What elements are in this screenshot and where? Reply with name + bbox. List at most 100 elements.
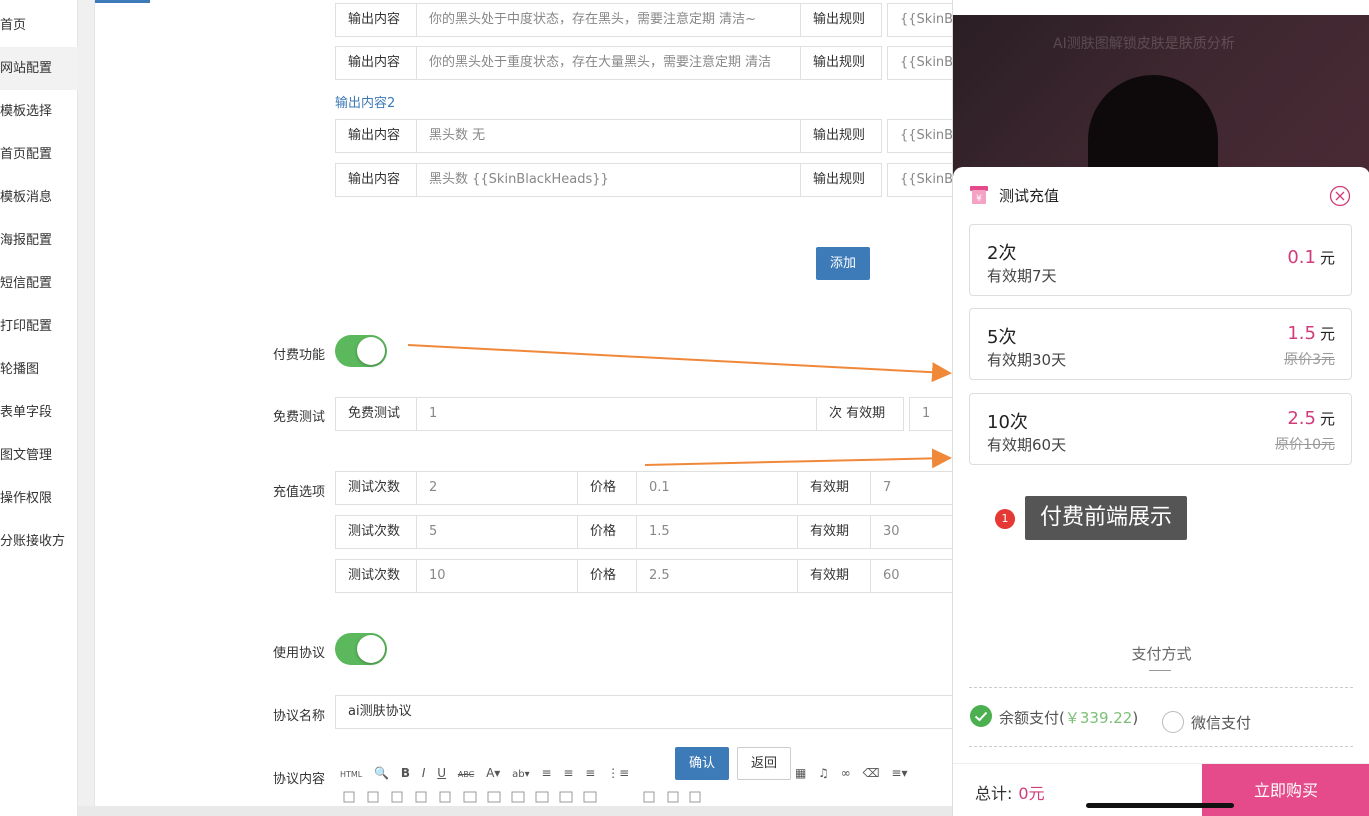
config-panel: 输出内容 你的黑头处于中度状态，存在黑头，需要注意定期 清洁~ 输出规则 {{S… (94, 0, 974, 806)
paid-feature-toggle[interactable] (335, 335, 387, 367)
recharge-count-input[interactable]: 2 (416, 471, 578, 505)
line-height-icon[interactable]: ≡▾ (891, 766, 907, 780)
toggle-knob (357, 337, 385, 365)
ordered-list-icon[interactable]: ⋮≡ (607, 766, 629, 780)
video-icon[interactable]: ▦ (795, 766, 806, 780)
checked-circle-icon[interactable] (969, 704, 993, 728)
buy-now-button[interactable]: 立即购买 (1202, 764, 1369, 816)
recharge-price-label: 价格 (577, 515, 637, 549)
output-rule-input[interactable]: {{SkinBla (887, 119, 957, 153)
recharge-count-input[interactable]: 10 (416, 559, 578, 593)
mobile-preview: AI测肤图解锁皮肤是肤质分析 ¥ 测试充值 2次 有效期7天 0.1 元 5次 有… (952, 0, 1369, 816)
output-rule-input[interactable]: {{SkinBla (887, 3, 957, 37)
output-content-input[interactable]: 黑头数 {{SkinBlackHeads}} (416, 163, 801, 197)
home-indicator (1086, 803, 1234, 808)
link-icon[interactable]: ∞ (841, 766, 851, 780)
package-option[interactable]: 10次 有效期60天 2.5 元 原价10元 (969, 393, 1352, 465)
recharge-validity-input[interactable]: 60 (870, 559, 957, 593)
main-area: 输出内容 你的黑头处于中度状态，存在黑头，需要注意定期 清洁~ 输出规则 {{S… (78, 0, 974, 806)
agreement-toggle[interactable] (335, 633, 387, 665)
sidebar-item-site-config[interactable]: 网站配置 (0, 47, 78, 90)
sidebar-item-sms-config[interactable]: 短信配置 (0, 262, 78, 305)
recharge-validity-input[interactable]: 30 (870, 515, 957, 549)
package-price-value: 2.5 (1287, 408, 1316, 429)
align-left-icon[interactable]: ≡ (541, 766, 551, 780)
package-price: 2.5 元 (1287, 408, 1335, 429)
html-source-icon[interactable]: HTML (340, 770, 362, 779)
font-color-icon[interactable]: A▾ (486, 766, 500, 780)
output-content-input[interactable]: 你的黑头处于重度状态，存在大量黑头，需要注意定期 清洁 (416, 46, 801, 80)
recharge-price-input[interactable]: 2.5 (636, 559, 798, 593)
strikethrough-icon[interactable]: ABC (458, 770, 474, 779)
align-right-icon[interactable]: ≡ (585, 766, 595, 780)
recharge-price-label: 价格 (577, 471, 637, 505)
wechat-pay-radio[interactable] (1162, 711, 1184, 733)
output-content-label: 输出内容 (335, 163, 417, 197)
eraser-icon[interactable]: ⌫ (863, 766, 880, 780)
sidebar-item-home[interactable]: 首页 (0, 4, 78, 47)
agreement-name-input[interactable]: ai测肤协议 (335, 695, 957, 729)
italic-icon[interactable]: I (422, 766, 426, 780)
sidebar-item-poster-config[interactable]: 海报配置 (0, 219, 78, 262)
output-content-input[interactable]: 你的黑头处于中度状态，存在黑头，需要注意定期 清洁~ (416, 3, 801, 37)
zoom-icon[interactable]: 🔍 (374, 766, 389, 780)
package-price-value: 1.5 (1287, 323, 1316, 344)
wechat-pay-label[interactable]: 微信支付 (1191, 712, 1251, 733)
recharge-price-label: 价格 (577, 559, 637, 593)
package-price-value: 0.1 (1287, 247, 1316, 268)
package-price: 1.5 元 (1287, 323, 1335, 344)
agreement-label: 使用协议 (273, 646, 326, 661)
sidebar-item-home-config[interactable]: 首页配置 (0, 133, 78, 176)
sidebar-item-carousel[interactable]: 轮播图 (0, 348, 78, 391)
sidebar-item-template-select[interactable]: 模板选择 (0, 90, 78, 133)
align-center-icon[interactable]: ≡ (563, 766, 573, 780)
sidebar-item-print-config[interactable]: 打印配置 (0, 305, 78, 348)
recharge-validity-input[interactable]: 7 (870, 471, 957, 505)
output-rule-input[interactable]: {{SkinBla (887, 46, 957, 80)
output-rule-label: 输出规则 (800, 3, 882, 37)
toggle-knob (357, 635, 385, 663)
recharge-count-input[interactable]: 5 (416, 515, 578, 549)
recharge-validity-label: 有效期 (797, 471, 871, 505)
recharge-price-input[interactable]: 1.5 (636, 515, 798, 549)
balance-amount: ￥339.22 (1064, 709, 1133, 727)
sidebar-item-form-fields[interactable]: 表单字段 (0, 391, 78, 434)
package-option[interactable]: 2次 有效期7天 0.1 元 (969, 224, 1352, 296)
package-price-unit: 元 (1319, 410, 1335, 428)
music-icon[interactable]: ♫ (818, 766, 829, 780)
package-option[interactable]: 5次 有效期30天 1.5 元 原价3元 (969, 308, 1352, 380)
add-button[interactable]: 添加 (816, 247, 870, 280)
output-rule-input[interactable]: {{SkinBla (887, 163, 957, 197)
free-test-count-input[interactable]: 1 (416, 397, 817, 431)
underline-icon[interactable]: U (437, 766, 446, 780)
recharge-options-label: 充值选项 (273, 485, 326, 500)
free-test-validity-input[interactable]: 1 (909, 397, 957, 431)
free-test-head: 免费测试 (335, 397, 417, 431)
output-content-input[interactable]: 黑头数 无 (416, 119, 801, 153)
free-test-unit-label: 次 有效期 (816, 397, 904, 431)
highlight-icon[interactable]: ab▾ (512, 769, 530, 780)
horizontal-scrollbar[interactable] (78, 806, 952, 816)
output-content-label: 输出内容 (335, 119, 417, 153)
balance-pay-option[interactable]: 余额支付(￥339.22) (999, 707, 1138, 728)
table-tools-icon[interactable] (340, 790, 720, 804)
sidebar: 首页 网站配置 模板选择 首页配置 模板消息 海报配置 短信配置 打印配置 轮播… (0, 0, 78, 816)
close-icon[interactable] (1329, 185, 1351, 207)
bold-icon[interactable]: B (401, 766, 410, 780)
sidebar-item-split-receiver[interactable]: 分账接收方 (0, 520, 78, 563)
svg-text:¥: ¥ (976, 194, 982, 204)
sheet-title: 测试充值 (999, 187, 1060, 205)
recharge-count-label: 测试次数 (335, 515, 417, 549)
face-photo: AI测肤图解锁皮肤是肤质分析 (953, 15, 1369, 225)
recharge-count-label: 测试次数 (335, 471, 417, 505)
sidebar-item-permissions[interactable]: 操作权限 (0, 477, 78, 520)
total-label: 总计: (975, 784, 1013, 803)
total: 总计: 0元 (975, 780, 1045, 804)
sidebar-item-template-message[interactable]: 模板消息 (0, 176, 78, 219)
total-value: 0元 (1018, 784, 1045, 803)
package-price-unit: 元 (1319, 325, 1335, 343)
divider (969, 687, 1353, 688)
photo-watermark: AI测肤图解锁皮肤是肤质分析 (1053, 36, 1235, 52)
sidebar-item-articles[interactable]: 图文管理 (0, 434, 78, 477)
recharge-price-input[interactable]: 0.1 (636, 471, 798, 505)
